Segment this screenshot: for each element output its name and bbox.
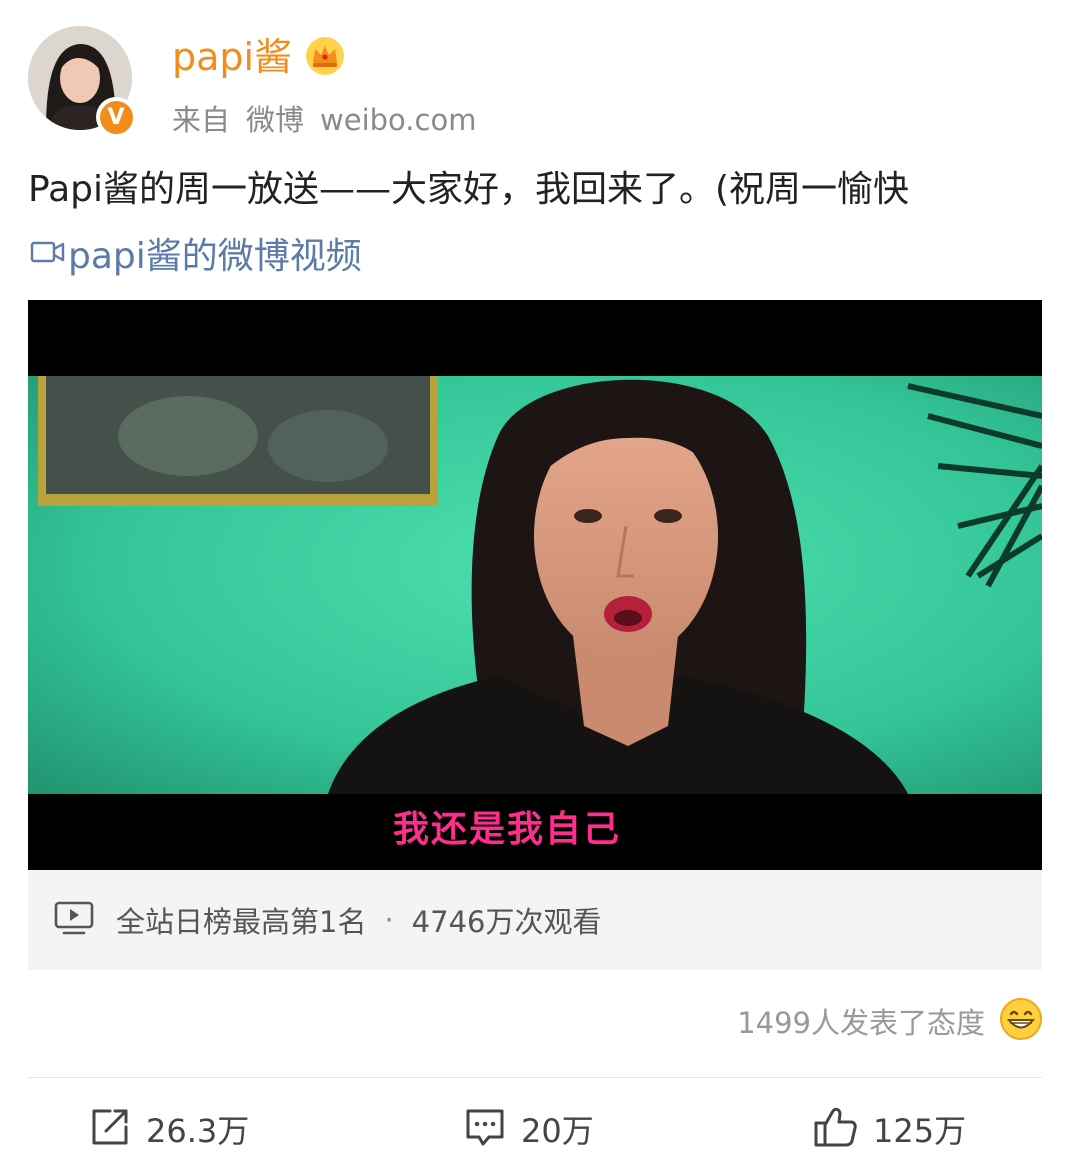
verified-badge: V	[96, 97, 136, 137]
comment-button[interactable]: 20万	[463, 1102, 594, 1156]
thumbs-up-icon	[813, 1105, 859, 1153]
video-player[interactable]	[28, 300, 1042, 870]
comment-icon	[463, 1105, 507, 1153]
repost-icon	[88, 1105, 132, 1153]
post-source: 来自 微博 weibo.com	[172, 100, 476, 140]
post-text: Papi酱的周一放送——大家好，我回来了。(祝周一愉快	[28, 169, 910, 210]
video-link[interactable]: papi酱的微博视频	[30, 228, 362, 278]
video-stats-bar[interactable]: 全站日榜最高第1名 · 4746万次观看	[28, 870, 1042, 970]
verified-badge-label: V	[99, 100, 133, 134]
grinning-emoji-icon	[999, 997, 1043, 1045]
divider	[28, 1077, 1042, 1078]
source-prefix: 来自	[172, 103, 231, 137]
crown-icon	[304, 36, 346, 80]
username[interactable]: papi酱	[172, 32, 292, 82]
like-count: 125万	[873, 1112, 967, 1150]
video-still	[28, 376, 1042, 794]
attitude-count-text: 1499人发表了态度	[737, 1006, 985, 1040]
video-link-label: papi酱的微博视频	[68, 236, 362, 277]
video-frame	[28, 376, 1042, 794]
like-button[interactable]: 125万	[813, 1102, 966, 1156]
comment-count: 20万	[521, 1112, 594, 1150]
weibo-post: V papi酱 来自 微博 weibo.com Papi酱的周一放送——大家好，我回…	[0, 0, 1075, 1165]
video-subtitle: 我还是我自己	[392, 809, 621, 850]
source-app[interactable]: 微博	[246, 103, 304, 137]
repost-count: 26.3万	[146, 1112, 250, 1150]
video-camera-icon	[30, 235, 66, 276]
repost-button[interactable]: 26.3万	[88, 1102, 249, 1156]
video-play-icon	[54, 900, 94, 940]
video-rank-text: 全站日榜最高第1名	[116, 905, 367, 939]
video-views-text: 4746万次观看	[411, 905, 602, 939]
attitude-summary[interactable]: 1499人发表了态度	[737, 996, 1043, 1046]
separator-dot: ·	[384, 903, 394, 937]
source-domain[interactable]: weibo.com	[320, 103, 476, 137]
